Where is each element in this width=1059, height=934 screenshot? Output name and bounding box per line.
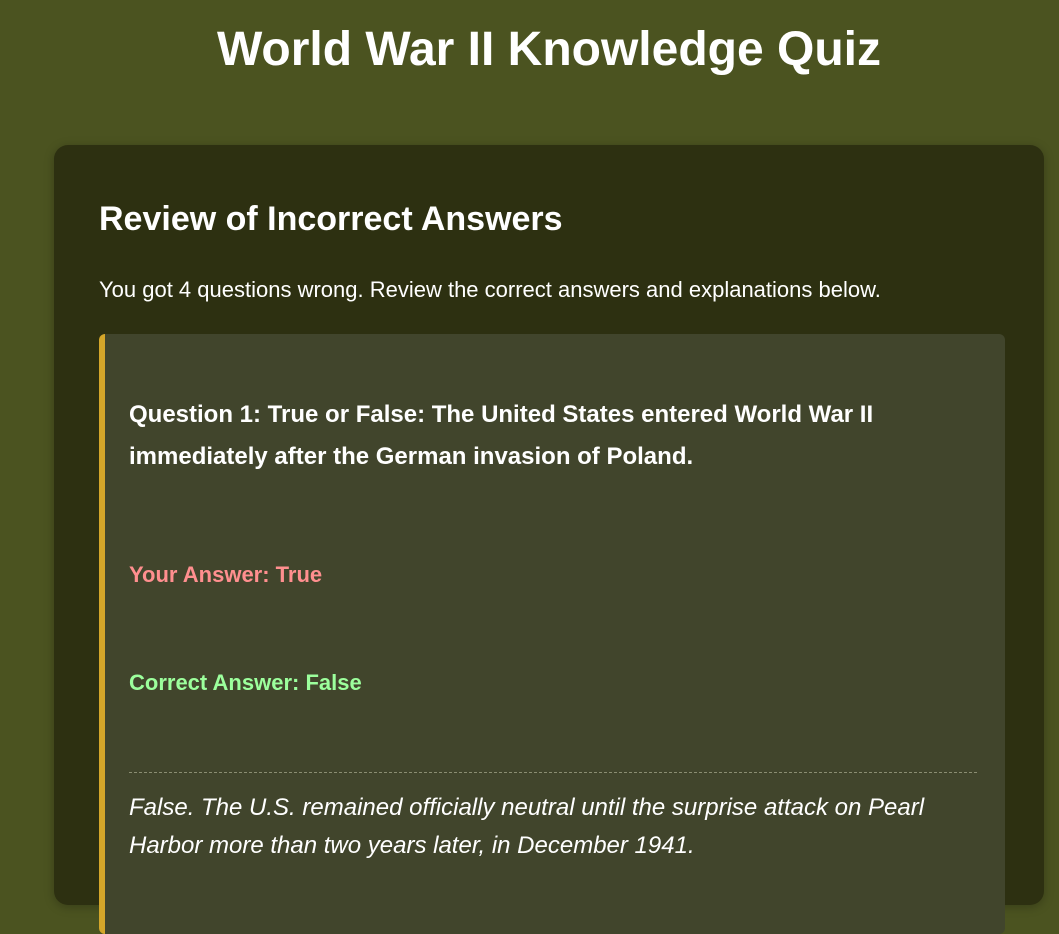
your-answer: Your Answer: True — [129, 562, 323, 587]
review-panel: Review of Incorrect Answers You got 4 qu… — [54, 145, 1044, 934]
question-text: Question 1: True or False: The United St… — [129, 401, 874, 470]
explanation-divider — [129, 772, 977, 773]
page-title: World War II Knowledge Quiz — [216, 23, 881, 76]
incorrect-answer-card: Question 1: True or False: The United St… — [99, 334, 1005, 934]
review-heading: Review of Incorrect Answers — [99, 200, 563, 238]
correct-answer: Correct Answer: False — [129, 670, 362, 695]
review-summary: You got 4 questions wrong. Review the co… — [99, 277, 881, 302]
answer-explanation: False. The U.S. remained officially neut… — [129, 794, 925, 859]
